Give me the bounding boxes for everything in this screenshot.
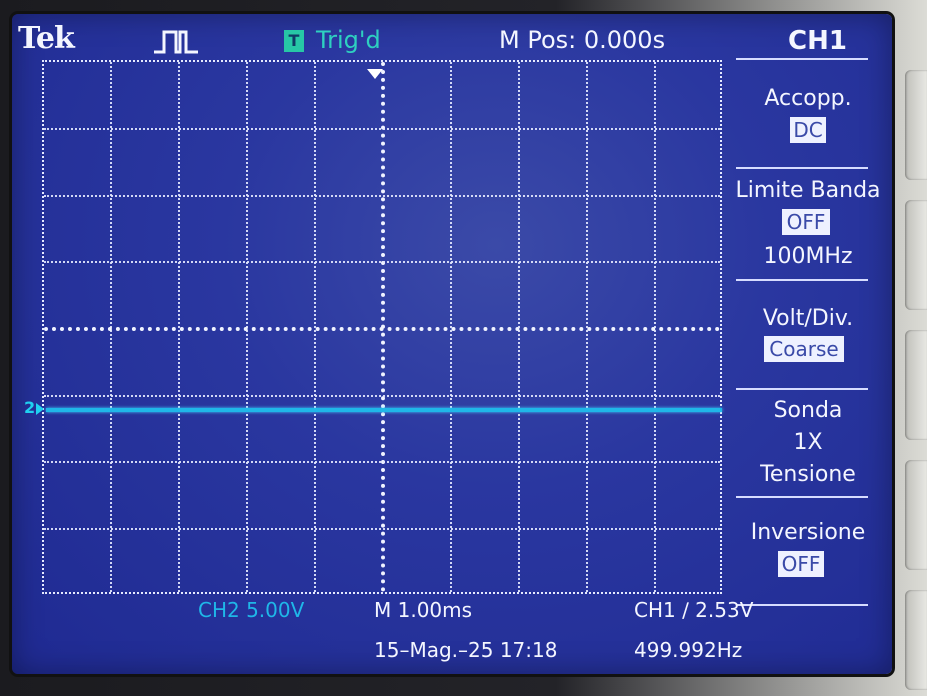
menu-probe-value[interactable]: 1X (728, 432, 888, 454)
menu-voltdiv-value[interactable]: Coarse (764, 336, 844, 362)
menu-voltdiv-title: Volt/Div. (762, 306, 854, 331)
trigger-badge: T (284, 30, 304, 52)
menu-separator (736, 167, 868, 169)
menu-separator (736, 496, 868, 498)
grid-hline (44, 528, 720, 530)
ch2-trace (46, 408, 722, 412)
trigger-status: Trig'd (316, 26, 381, 54)
menu-invert-title: Inversione (750, 520, 866, 545)
menu-coupling-value[interactable]: DC (790, 117, 826, 143)
trigger-level-readout: CH1 ∕ 2.53V (634, 598, 754, 622)
grid-hline (44, 128, 720, 130)
trigger-position-marker (367, 69, 383, 79)
menu-coupling-title: Accopp. (764, 86, 852, 111)
datetime-readout: 15–Mag.–25 17:18 (374, 638, 558, 662)
menu-bandwidth-value[interactable]: OFF (782, 209, 830, 235)
brand-logo: Tek (18, 21, 75, 56)
menu-separator (736, 279, 868, 281)
menu-separator (736, 388, 868, 390)
ch2-marker-arrow-icon (36, 403, 44, 415)
menu-invert-value[interactable]: OFF (778, 551, 824, 577)
ch2-ground-marker: 2 (24, 398, 36, 417)
active-channel-label: CH1 (788, 26, 847, 56)
menu-probe-title: Sonda (773, 398, 843, 423)
main-position-readout: M Pos: 0.000s (499, 26, 666, 54)
menu-button-4[interactable] (905, 460, 927, 570)
frequency-readout: 499.992Hz (634, 638, 743, 662)
timebase-readout: M 1.00ms (374, 598, 473, 622)
menu-bandwidth-title: Limite Banda (735, 178, 881, 203)
menu-button-2[interactable] (905, 200, 927, 310)
menu-button-3[interactable] (905, 330, 927, 440)
grid-hline (44, 395, 720, 397)
pulse-waveform-icon (154, 30, 198, 54)
menu-separator (736, 604, 868, 606)
menu-separator (736, 58, 868, 60)
grid-hline (44, 261, 720, 263)
grid-center-horizontal (44, 327, 720, 331)
menu-bandwidth-sub: 100MHz (763, 244, 853, 269)
grid-hline (44, 195, 720, 197)
grid-hline (44, 461, 720, 463)
graticule (42, 60, 722, 594)
menu-button-1[interactable] (905, 70, 927, 180)
oscilloscope-screen: Tek T Trig'd M Pos: 0.000s CH1 2 Accopp.… (12, 14, 892, 674)
menu-button-5[interactable] (905, 590, 927, 690)
menu-probe-sub: Tensione (760, 462, 856, 487)
ch2-scale-readout: CH2 5.00V (198, 598, 305, 622)
